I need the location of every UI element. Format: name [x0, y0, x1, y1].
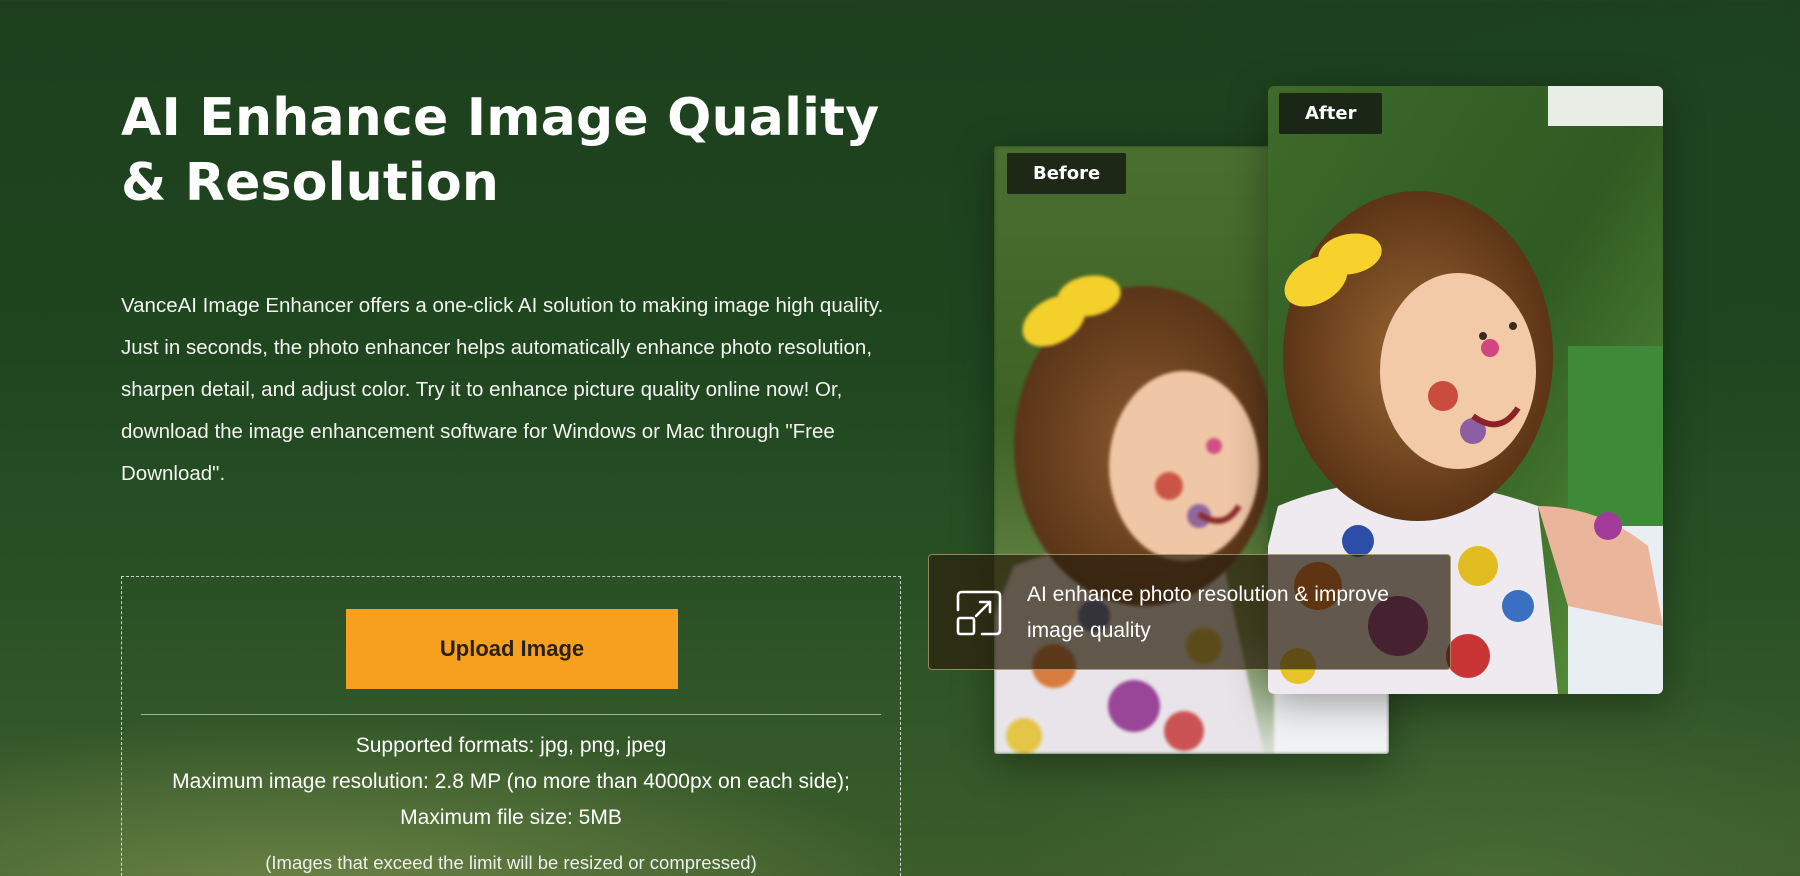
before-label: Before	[1007, 153, 1127, 194]
max-resolution-text: Maximum image resolution: 2.8 MP (no mor…	[172, 770, 850, 793]
upload-divider	[141, 714, 881, 715]
feature-text: AI enhance photo resolution & improve im…	[1027, 583, 1389, 642]
expand-arrow-icon	[956, 590, 1002, 636]
supported-formats-text: Supported formats: jpg, png, jpeg	[355, 734, 667, 757]
page-title: AI Enhance Image Quality & Resolution	[121, 88, 880, 213]
resize-note-text: (Images that exceed the limit will be re…	[265, 852, 757, 873]
upload-image-button[interactable]: Upload Image	[346, 609, 678, 689]
upload-dropzone[interactable]: Upload Image Supported formats: jpg, png…	[121, 576, 901, 876]
after-label: After	[1279, 93, 1383, 134]
hero-description: VanceAI Image Enhancer offers a one-clic…	[121, 294, 884, 485]
feature-card: AI enhance photo resolution & improve im…	[928, 554, 1451, 670]
max-file-size-text: Maximum file size: 5MB	[400, 806, 622, 829]
